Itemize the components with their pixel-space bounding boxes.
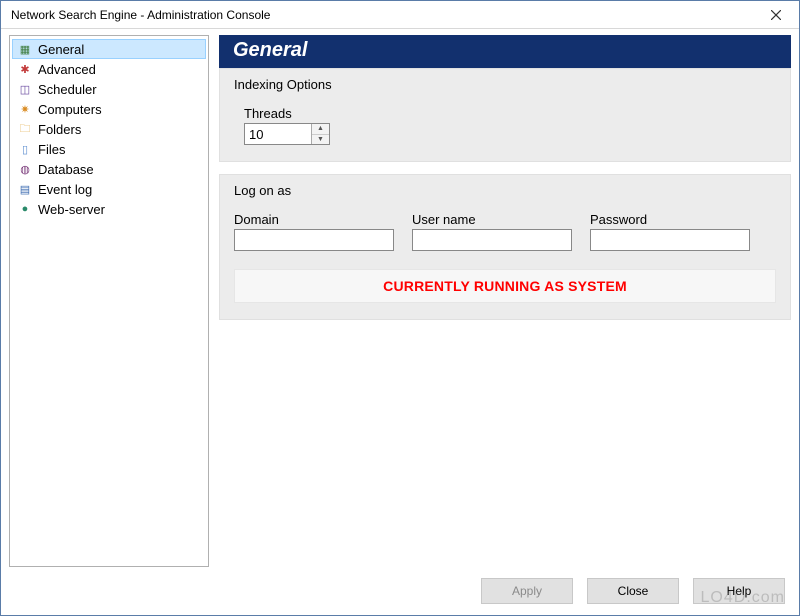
general-icon: ▦: [18, 42, 32, 56]
indexing-options-group: Indexing Options Threads ▲ ▼: [219, 68, 791, 162]
page-title: General: [219, 35, 791, 68]
password-input[interactable]: [590, 229, 750, 251]
threads-label: Threads: [244, 106, 776, 121]
apply-button[interactable]: Apply: [481, 578, 573, 604]
sidebar-item-label: Scheduler: [38, 82, 97, 97]
titlebar: Network Search Engine - Administration C…: [1, 1, 799, 29]
sidebar-item-label: Advanced: [38, 62, 96, 77]
sidebar-item-eventlog[interactable]: ▤ Event log: [12, 179, 206, 199]
sidebar-item-label: Folders: [38, 122, 81, 137]
sidebar-item-label: Files: [38, 142, 65, 157]
webserver-icon: ●: [18, 202, 32, 216]
folders-icon: 🗀: [18, 122, 32, 136]
threads-decrement-button[interactable]: ▼: [312, 135, 329, 145]
window: Network Search Engine - Administration C…: [0, 0, 800, 616]
username-label: User name: [412, 212, 572, 227]
sidebar-item-database[interactable]: ◍ Database: [12, 159, 206, 179]
advanced-icon: ✱: [18, 62, 32, 76]
database-icon: ◍: [18, 162, 32, 176]
sidebar-item-label: Database: [38, 162, 94, 177]
sidebar-item-label: Computers: [38, 102, 102, 117]
indexing-group-title: Indexing Options: [234, 77, 776, 92]
computers-icon: ✷: [18, 102, 32, 116]
sidebar-item-advanced[interactable]: ✱ Advanced: [12, 59, 206, 79]
window-title: Network Search Engine - Administration C…: [11, 8, 270, 22]
threads-increment-button[interactable]: ▲: [312, 124, 329, 135]
sidebar-item-folders[interactable]: 🗀 Folders: [12, 119, 206, 139]
sidebar-item-webserver[interactable]: ● Web-server: [12, 199, 206, 219]
eventlog-icon: ▤: [18, 182, 32, 196]
sidebar-item-label: Event log: [38, 182, 92, 197]
logon-group: Log on as Domain User name Password: [219, 174, 791, 320]
close-icon: [771, 10, 781, 20]
domain-label: Domain: [234, 212, 394, 227]
username-input[interactable]: [412, 229, 572, 251]
sidebar-item-label: Web-server: [38, 202, 105, 217]
sidebar-item-general[interactable]: ▦ General: [12, 39, 206, 59]
sidebar-item-files[interactable]: ▯ Files: [12, 139, 206, 159]
threads-spinner[interactable]: ▲ ▼: [244, 123, 330, 145]
files-icon: ▯: [18, 142, 32, 156]
logon-group-title: Log on as: [234, 183, 776, 198]
sidebar-item-label: General: [38, 42, 84, 57]
sidebar: ▦ General ✱ Advanced ◫ Scheduler ✷ Compu…: [9, 35, 209, 567]
scheduler-icon: ◫: [18, 82, 32, 96]
sidebar-item-scheduler[interactable]: ◫ Scheduler: [12, 79, 206, 99]
domain-input[interactable]: [234, 229, 394, 251]
body: ▦ General ✱ Advanced ◫ Scheduler ✷ Compu…: [1, 29, 799, 567]
close-button[interactable]: Close: [587, 578, 679, 604]
close-window-button[interactable]: [761, 5, 791, 25]
sidebar-item-computers[interactable]: ✷ Computers: [12, 99, 206, 119]
footer: Apply Close Help: [1, 567, 799, 615]
password-label: Password: [590, 212, 750, 227]
logon-status-banner: CURRENTLY RUNNING AS SYSTEM: [234, 269, 776, 303]
threads-input[interactable]: [245, 124, 311, 144]
main-panel: General Indexing Options Threads ▲ ▼ Log…: [219, 35, 791, 567]
help-button[interactable]: Help: [693, 578, 785, 604]
